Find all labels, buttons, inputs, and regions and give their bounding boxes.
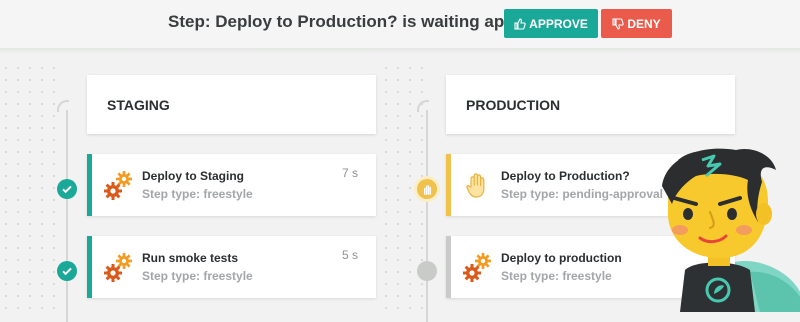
check-icon: [62, 267, 72, 276]
mascot-illustration: [662, 148, 800, 312]
approve-button[interactable]: APPROVE: [504, 9, 598, 38]
step-type: Step type: pending-approval: [501, 187, 664, 201]
step-status-idle: [417, 261, 437, 281]
approval-message: Step: Deploy to Production? is waiting a…: [168, 12, 556, 31]
gears-icon: [104, 171, 132, 200]
step-status-bar: [87, 236, 92, 298]
hand-icon: [466, 173, 485, 198]
step-type: Step type: freestyle: [142, 269, 253, 283]
gears-icon: [463, 253, 491, 282]
production-timeline: [426, 110, 428, 322]
thumbs-up-icon: [514, 17, 526, 30]
step-status-success: [57, 261, 77, 281]
step-status-bar: [446, 154, 451, 216]
step-name: Run smoke tests: [142, 251, 239, 265]
stage-title: PRODUCTION: [466, 97, 561, 113]
step-duration: 7 s: [341, 166, 358, 180]
step-status-pending: [417, 179, 437, 199]
canvas-dots-left: [0, 62, 58, 312]
approve-label: APPROVE: [529, 16, 588, 31]
check-icon: [62, 185, 72, 194]
staging-timeline: [66, 110, 68, 322]
step-status-success: [57, 179, 77, 199]
deny-label: DENY: [627, 16, 661, 31]
step-type: Step type: freestyle: [501, 269, 612, 283]
deny-button[interactable]: DENY: [601, 9, 672, 38]
hand-icon: [423, 184, 431, 195]
step-name: Deploy to Staging: [142, 169, 244, 183]
gears-icon: [104, 253, 132, 282]
step-duration: 5 s: [341, 248, 358, 262]
thumbs-down-icon: [612, 17, 625, 30]
stage-title: STAGING: [107, 97, 170, 113]
header-shadow: [0, 48, 800, 54]
stage-header-production: PRODUCTION: [446, 75, 735, 134]
step-status-bar: [87, 154, 92, 216]
step-type: Step type: freestyle: [142, 187, 253, 201]
step-name: Deploy to production: [501, 251, 622, 265]
step-status-bar: [446, 236, 451, 298]
step-card-run-smoke-tests[interactable]: Run smoke tests Step type: freestyle 5 s: [87, 236, 376, 298]
step-card-deploy-to-staging[interactable]: Deploy to Staging Step type: freestyle 7…: [87, 154, 376, 216]
step-name: Deploy to Production?: [501, 169, 630, 183]
stage-header-staging: STAGING: [87, 75, 376, 134]
